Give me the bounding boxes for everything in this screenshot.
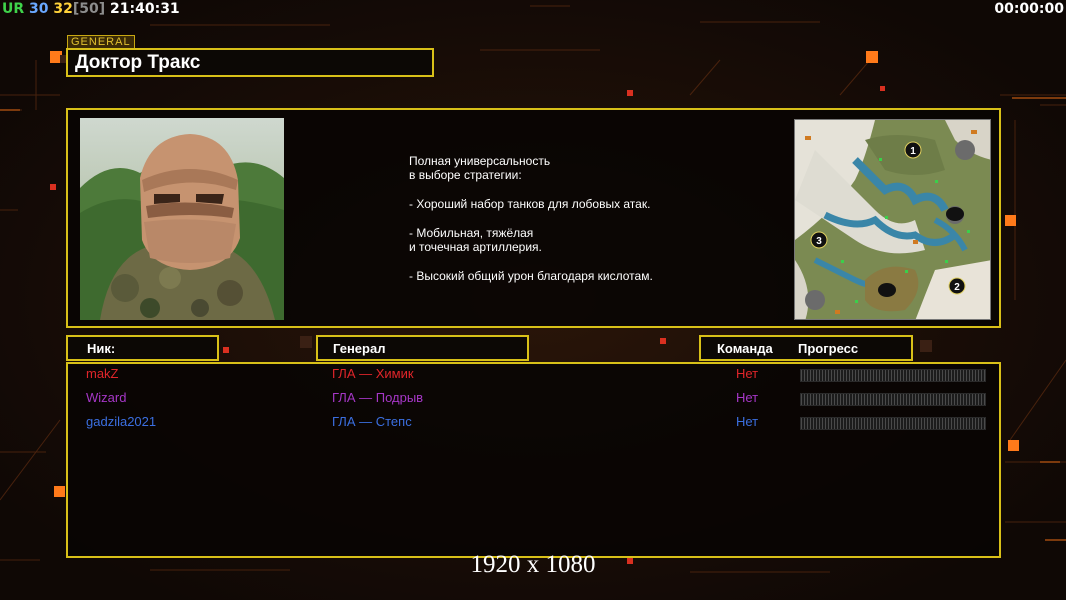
player-general: ГЛА — Химик: [332, 366, 414, 381]
minimap-marker-3: 3: [816, 236, 822, 247]
minimap-marker-2: 2: [954, 282, 960, 293]
player-general: ГЛА — Подрыв: [332, 390, 424, 405]
team-progress-header: Команда Прогресс: [699, 335, 913, 361]
nick-column-label: Ник:: [87, 341, 116, 356]
player-row: Wizard ГЛА — Подрыв Нет: [0, 390, 1066, 410]
player-row: gadzila2021 ГЛА — Степс Нет: [0, 414, 1066, 434]
player-progress-bar: [800, 369, 986, 382]
player-nick: makZ: [86, 366, 119, 381]
resolution-label: 1920 x 1080: [470, 551, 596, 578]
player-row: makZ ГЛА — Химик Нет: [0, 366, 1066, 386]
player-team: Нет: [736, 390, 759, 405]
general-column-label: Генерал: [333, 341, 386, 356]
player-team: Нет: [736, 366, 759, 381]
minimap-marker-1: 1: [910, 146, 916, 157]
status-value-b: 32: [53, 1, 73, 17]
player-general: ГЛА — Степс: [332, 414, 412, 429]
progress-column-label: Прогресс: [798, 341, 859, 356]
ur-label: UR: [2, 1, 25, 17]
clock: 21:40:31: [110, 1, 180, 17]
status-bar: UR 30 32[50] 21:40:31: [2, 1, 180, 17]
nick-column-header: Ник:: [66, 335, 219, 361]
player-progress-bar: [800, 417, 986, 430]
general-name: Доктор Тракс: [75, 52, 201, 73]
player-nick: Wizard: [86, 390, 127, 405]
team-column-label: Команда: [717, 341, 773, 356]
general-description: Полная универсальность в выборе стратеги…: [409, 154, 653, 284]
player-team: Нет: [736, 414, 759, 429]
status-value-c: [50]: [72, 1, 106, 17]
player-progress-bar: [800, 393, 986, 406]
game-timer: 00:00:00: [994, 1, 1064, 17]
minimap[interactable]: 1 2 3: [794, 119, 991, 320]
general-column-header: Генерал: [316, 335, 529, 361]
general-portrait: [80, 118, 284, 320]
status-value-a: 30: [29, 1, 49, 17]
general-tag: GENERAL: [67, 35, 135, 49]
player-nick: gadzila2021: [86, 414, 157, 429]
